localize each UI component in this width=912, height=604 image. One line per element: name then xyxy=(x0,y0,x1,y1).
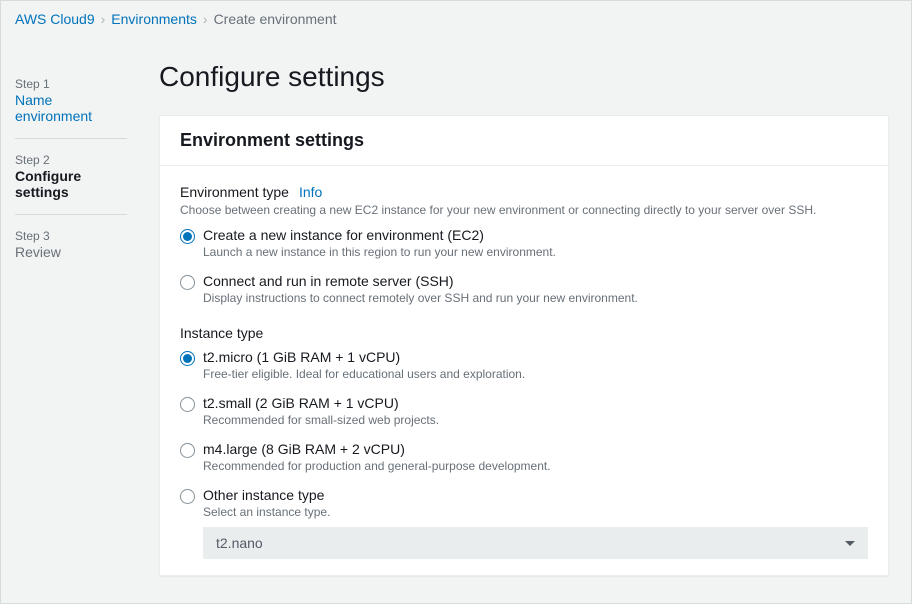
radio-description: Recommended for production and general-p… xyxy=(203,459,868,473)
radio-title: Other instance type xyxy=(203,487,868,503)
radio-title: Create a new instance for environment (E… xyxy=(203,227,868,243)
breadcrumb-current: Create environment xyxy=(214,11,337,27)
step-title: Review xyxy=(15,244,127,260)
radio-icon[interactable] xyxy=(180,351,195,366)
radio-description: Recommended for small-sized web projects… xyxy=(203,413,868,427)
page-title: Configure settings xyxy=(159,61,889,93)
breadcrumb-environments[interactable]: Environments xyxy=(111,11,197,27)
radio-description: Free-tier eligible. Ideal for educationa… xyxy=(203,367,868,381)
chevron-right-icon: › xyxy=(203,11,208,27)
radio-description: Launch a new instance in this region to … xyxy=(203,245,868,259)
radio-icon[interactable] xyxy=(180,397,195,412)
radio-icon[interactable] xyxy=(180,275,195,290)
radio-description: Select an instance type. xyxy=(203,505,868,519)
radio-title: t2.small (2 GiB RAM + 1 vCPU) xyxy=(203,395,868,411)
instance-type-field: Instance type t2.micro (1 GiB RAM + 1 vC… xyxy=(180,325,868,559)
env-type-ec2-option[interactable]: Create a new instance for environment (E… xyxy=(180,227,868,259)
breadcrumb-root[interactable]: AWS Cloud9 xyxy=(15,11,95,27)
caret-down-icon xyxy=(845,541,855,546)
instance-t2-small-option[interactable]: t2.small (2 GiB RAM + 1 vCPU) Recommende… xyxy=(180,395,868,427)
other-instance-type-select[interactable]: t2.nano xyxy=(203,527,868,559)
chevron-right-icon: › xyxy=(101,11,106,27)
field-label: Environment type xyxy=(180,184,289,200)
environment-settings-panel: Environment settings Environment type In… xyxy=(159,115,889,576)
environment-type-field: Environment type Info Choose between cre… xyxy=(180,184,868,305)
step-number: Step 2 xyxy=(15,153,127,167)
info-link[interactable]: Info xyxy=(299,184,322,200)
breadcrumb: AWS Cloud9 › Environments › Create envir… xyxy=(1,1,911,37)
instance-other-option[interactable]: Other instance type Select an instance t… xyxy=(180,487,868,519)
instance-m4-large-option[interactable]: m4.large (8 GiB RAM + 2 vCPU) Recommende… xyxy=(180,441,868,473)
instance-t2-micro-option[interactable]: t2.micro (1 GiB RAM + 1 vCPU) Free-tier … xyxy=(180,349,868,381)
step-number: Step 3 xyxy=(15,229,127,243)
wizard-step-1[interactable]: Step 1 Name environment xyxy=(15,71,127,139)
field-label: Instance type xyxy=(180,325,263,341)
step-number: Step 1 xyxy=(15,77,127,91)
step-title: Configure settings xyxy=(15,168,127,200)
wizard-steps: Step 1 Name environment Step 2 Configure… xyxy=(1,37,141,576)
env-type-ssh-option[interactable]: Connect and run in remote server (SSH) D… xyxy=(180,273,868,305)
panel-header: Environment settings xyxy=(180,130,868,151)
field-description: Choose between creating a new EC2 instan… xyxy=(180,203,868,217)
radio-title: t2.micro (1 GiB RAM + 1 vCPU) xyxy=(203,349,868,365)
radio-title: m4.large (8 GiB RAM + 2 vCPU) xyxy=(203,441,868,457)
radio-icon[interactable] xyxy=(180,229,195,244)
wizard-step-3: Step 3 Review xyxy=(15,223,127,274)
radio-icon[interactable] xyxy=(180,443,195,458)
radio-description: Display instructions to connect remotely… xyxy=(203,291,868,305)
select-value: t2.nano xyxy=(216,535,263,551)
radio-icon[interactable] xyxy=(180,489,195,504)
wizard-step-2: Step 2 Configure settings xyxy=(15,147,127,215)
radio-title: Connect and run in remote server (SSH) xyxy=(203,273,868,289)
step-title[interactable]: Name environment xyxy=(15,92,127,124)
